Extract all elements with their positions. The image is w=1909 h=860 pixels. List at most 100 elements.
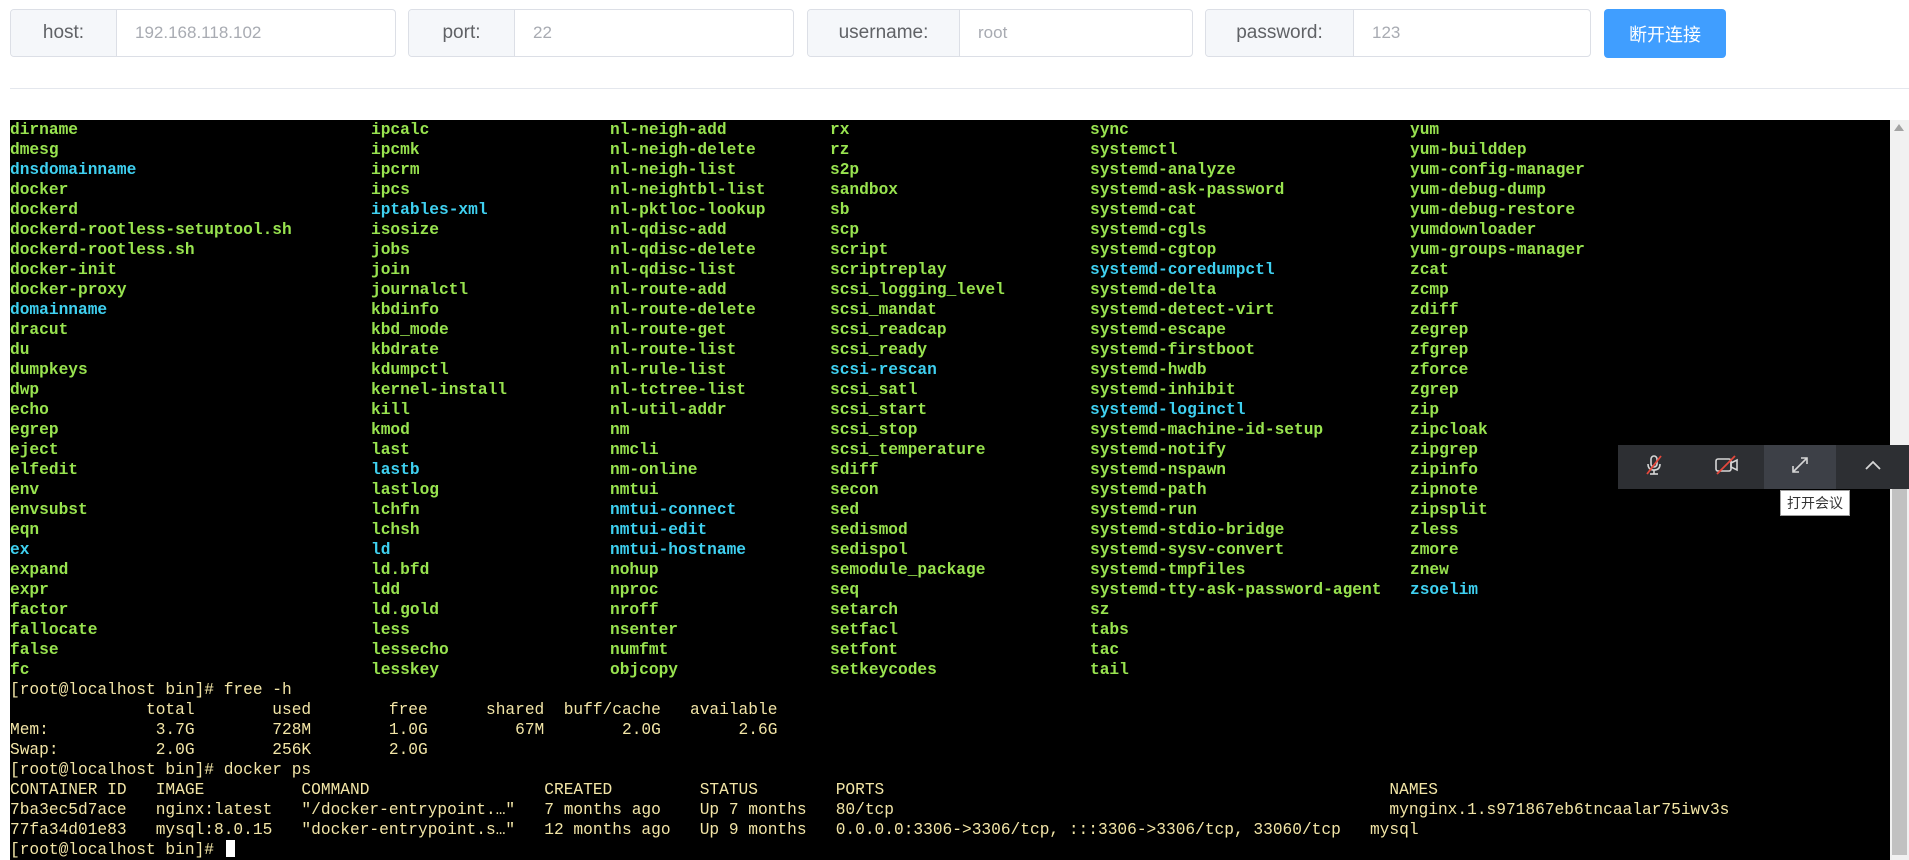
command-entry: jobs (371, 241, 410, 259)
password-input[interactable]: 123 (1354, 10, 1590, 56)
command-entry: nl-route-delete (610, 301, 756, 319)
command-entry: scsi_logging_level (830, 281, 1005, 299)
command-entry: factor (10, 601, 69, 619)
command-entry: nohup (610, 561, 659, 579)
command-entry: setarch (830, 601, 898, 619)
command-entry: objcopy (610, 661, 678, 679)
command-entry: sandbox (830, 181, 898, 199)
command-entry: nl-neigh-list (610, 161, 737, 179)
command-entry: ldd (371, 581, 401, 599)
command-column: ipcalc ipcmk ipcrm ipcs iptables-xml isosize j… (371, 120, 507, 680)
command-entry: nm (610, 421, 630, 439)
command-entry: kill (371, 401, 410, 419)
command-entry: join (371, 261, 410, 279)
command-entry: kmod (371, 421, 410, 439)
command-entry: zmore (1410, 541, 1459, 559)
terminal-line: [root@localhost bin]# free -h (10, 681, 292, 699)
disconnect-button[interactable]: 断开连接 (1604, 9, 1726, 58)
command-entry: yum-groups-manager (1410, 241, 1585, 259)
command-entry: lastb (371, 461, 420, 479)
command-entry: nl-qdisc-list (610, 261, 737, 279)
command-entry: ipcrm (371, 161, 420, 179)
username-input[interactable]: root (960, 10, 1192, 56)
command-entry: scsi_start (830, 401, 928, 419)
command-entry: tail (1090, 661, 1129, 679)
command-entry: systemd-cgtop (1090, 241, 1217, 259)
open-meeting-button[interactable] (1763, 445, 1837, 489)
command-entry: systemctl (1090, 141, 1178, 159)
camera-toggle-button[interactable] (1691, 445, 1764, 489)
command-entry: tac (1090, 641, 1120, 659)
command-entry: zipgrep (1410, 441, 1478, 459)
command-entry: ipcs (371, 181, 410, 199)
command-entry: script (830, 241, 889, 259)
chevron-up-icon (1863, 458, 1883, 477)
command-entry: yum-debug-restore (1410, 201, 1576, 219)
command-entry: nl-neigh-add (610, 121, 727, 139)
command-entry: nmtui-hostname (610, 541, 746, 559)
command-column: dirname dmesg dnsdomainname docker dockerd do… (10, 120, 292, 680)
command-entry: systemd-path (1090, 481, 1207, 499)
command-entry: nroff (610, 601, 659, 619)
command-entry: nsenter (610, 621, 678, 639)
command-entry: sb (830, 201, 850, 219)
command-entry: eqn (10, 521, 40, 539)
command-entry: setkeycodes (830, 661, 937, 679)
mic-toggle-button[interactable] (1618, 445, 1691, 489)
terminal-line: [root@localhost bin]# docker ps (10, 761, 312, 779)
terminal-line: 77fa34d01e83 mysql:8.0.15 "docker-entryp… (10, 821, 1419, 839)
port-label: port: (409, 10, 515, 56)
scroll-up-arrow-icon[interactable] (1894, 124, 1904, 131)
command-entry: journalctl (371, 281, 469, 299)
command-entry: nl-neigh-delete (610, 141, 756, 159)
command-entry: nmcli (610, 441, 659, 459)
command-entry: dockerd (10, 201, 78, 219)
command-entry: sedispol (830, 541, 908, 559)
command-column: yum yum-builddep yum-config-manager yum-deb… (1410, 120, 1585, 600)
command-entry: scsi-rescan (830, 361, 937, 379)
command-entry: systemd-tty-ask-password-agent (1090, 581, 1382, 599)
terminal-output: [root@localhost bin]# free -h total used… (10, 680, 1729, 860)
command-entry: systemd-coredumpctl (1090, 261, 1275, 279)
command-entry: lchfn (371, 501, 420, 519)
command-entry: systemd-hwdb (1090, 361, 1207, 379)
terminal-cursor (225, 840, 235, 857)
command-entry: systemd-cgls (1090, 221, 1207, 239)
command-entry: dracut (10, 321, 69, 339)
command-entry: scriptreplay (830, 261, 947, 279)
command-entry: seq (830, 581, 860, 599)
command-entry: sdiff (830, 461, 879, 479)
command-entry: fc (10, 661, 30, 679)
terminal[interactable]: dirname dmesg dnsdomainname docker dockerd do… (10, 120, 1890, 860)
command-entry: iptables-xml (371, 201, 488, 219)
collapse-toolbar-button[interactable] (1836, 445, 1909, 489)
port-input[interactable]: 22 (515, 10, 793, 56)
command-entry: zforce (1410, 361, 1469, 379)
command-entry: secon (830, 481, 879, 499)
command-entry: yum-debug-dump (1410, 181, 1546, 199)
command-column: rx rz s2p sandbox sb scp script scriptreplay scs… (830, 120, 1005, 680)
command-entry: nl-util-addr (610, 401, 727, 419)
command-entry: dumpkeys (10, 361, 88, 379)
command-entry: systemd-machine-id-setup (1090, 421, 1324, 439)
command-entry: systemd-tmpfiles (1090, 561, 1246, 579)
command-entry: scsi_satl (830, 381, 918, 399)
host-input[interactable]: 192.168.118.102 (117, 10, 395, 56)
command-entry: zipnote (1410, 481, 1478, 499)
command-entry: nproc (610, 581, 659, 599)
scrollbar-thumb[interactable] (1892, 445, 1907, 855)
command-entry: systemd-cat (1090, 201, 1197, 219)
command-entry: yum-builddep (1410, 141, 1527, 159)
command-entry: numfmt (610, 641, 669, 659)
command-entry: sed (830, 501, 860, 519)
command-entry: setfont (830, 641, 898, 659)
command-entry: zcat (1410, 261, 1449, 279)
terminal-prompt-line[interactable]: [root@localhost bin]# (10, 840, 1729, 860)
command-entry: ld (371, 541, 391, 559)
terminal-line: CONTAINER ID IMAGE COMMAND CREATED STATU… (10, 781, 1438, 799)
command-entry: dmesg (10, 141, 59, 159)
command-entry: false (10, 641, 59, 659)
command-entry: zfgrep (1410, 341, 1469, 359)
fullscreen-icon (1790, 455, 1810, 480)
divider (10, 88, 1909, 89)
